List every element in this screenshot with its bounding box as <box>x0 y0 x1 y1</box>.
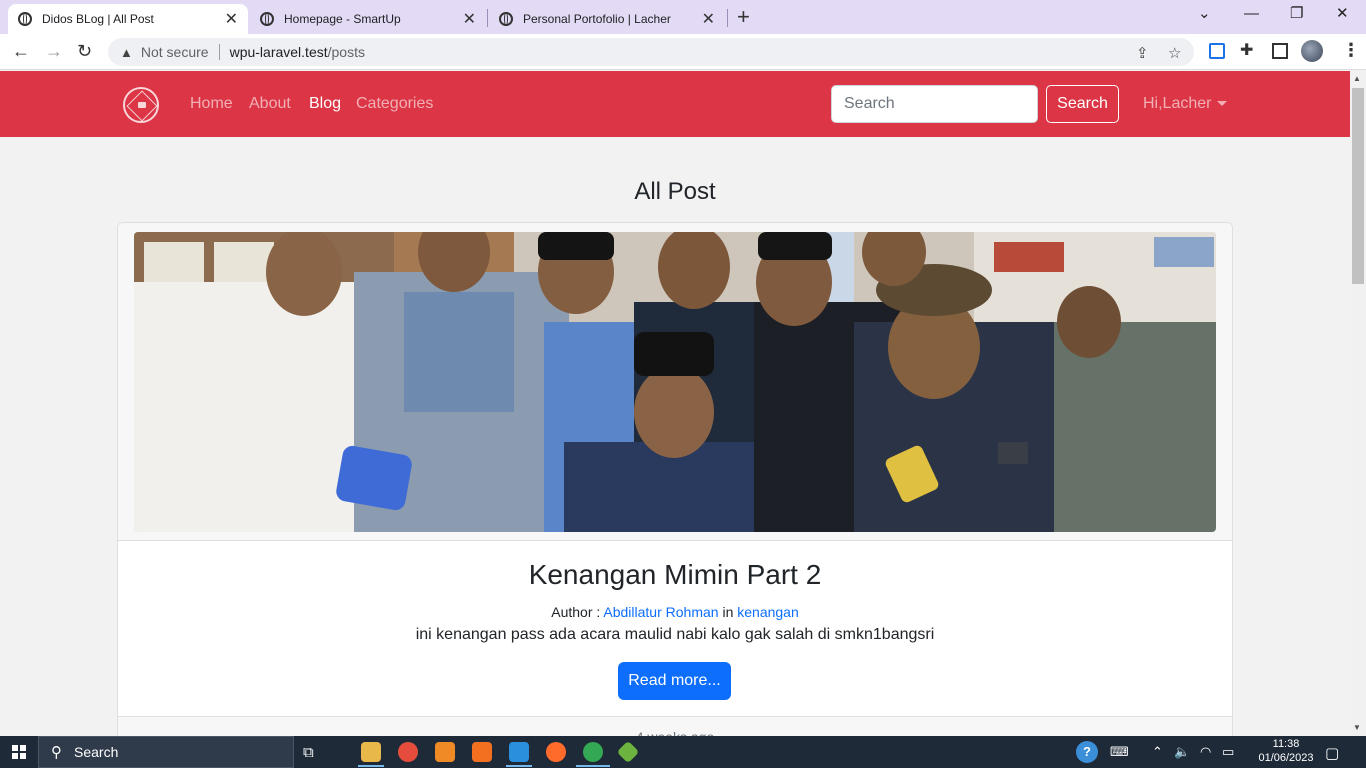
search-input[interactable]: Search <box>831 85 1038 123</box>
scrollbar-thumb[interactable] <box>1352 88 1364 284</box>
running-indicator <box>506 765 532 767</box>
url-host[interactable]: wpu-laravel.test <box>230 44 328 60</box>
post-title[interactable]: Kenangan Mimin Part 2 <box>118 559 1232 591</box>
user-greeting: Hi,Lacher <box>1143 95 1212 112</box>
volume-icon[interactable]: 🔈 <box>1174 744 1190 760</box>
tab-title: Personal Portofolio | Lacher <box>523 12 671 26</box>
search-button[interactable]: Search <box>1046 85 1119 123</box>
system-clock[interactable]: 11:38 01/06/2023 <box>1258 737 1314 765</box>
firefox-icon[interactable] <box>546 742 566 762</box>
puzzle-icon[interactable]: ✚ <box>1240 40 1253 62</box>
share-icon[interactable]: ⇪ <box>1136 44 1149 62</box>
tab-smartup[interactable]: Homepage - SmartUp ✕ <box>250 4 486 34</box>
page-title: All Post <box>634 178 716 205</box>
post-image <box>134 232 1216 532</box>
running-indicator <box>358 765 384 767</box>
nav-categories[interactable]: Categories <box>356 95 433 113</box>
restore-button[interactable]: ❐ <box>1290 4 1303 24</box>
close-tab-icon[interactable]: ✕ <box>702 9 715 29</box>
browser-toolbar: ← → ↻ ▲ Not secure wpu-laravel.test/post… <box>0 34 1366 70</box>
minimize-button[interactable]: — <box>1244 4 1259 24</box>
tab-title: Homepage - SmartUp <box>284 12 401 26</box>
security-label[interactable]: Not secure <box>141 44 209 60</box>
wifi-icon[interactable]: ◠ <box>1200 744 1211 760</box>
tab-didos-blog[interactable]: Didos BLog | All Post ✕ <box>8 4 248 34</box>
post-card: Kenangan Mimin Part 2 Author : Abdillatu… <box>117 222 1233 752</box>
author-prefix: Author : <box>551 604 604 620</box>
tab-title: Didos BLog | All Post <box>42 12 154 26</box>
git-icon[interactable] <box>616 740 640 764</box>
group-photo <box>134 232 1216 532</box>
in-label: in <box>718 604 738 620</box>
sublime-text-icon[interactable] <box>435 742 455 762</box>
side-panel-icon[interactable] <box>1272 43 1288 59</box>
search-icon: ⚲ <box>51 744 62 761</box>
close-window-button[interactable]: ✕ <box>1336 4 1349 24</box>
tab-search-icon[interactable]: ⌄ <box>1198 4 1211 24</box>
battery-icon[interactable]: ▭ <box>1222 744 1234 760</box>
taskbar-search[interactable]: ⚲ Search <box>38 736 294 768</box>
notifications-icon[interactable]: ▢ <box>1325 744 1339 762</box>
windows-start-icon[interactable] <box>12 745 26 759</box>
browser-tab-strip: Didos BLog | All Post ✕ Homepage - Smart… <box>0 0 1366 34</box>
globe-icon <box>499 12 513 26</box>
nav-about[interactable]: About <box>249 95 291 113</box>
chrome-active-icon[interactable] <box>583 742 603 762</box>
file-explorer-icon[interactable] <box>361 742 381 762</box>
tab-separator <box>487 9 488 27</box>
read-more-button[interactable]: Read more... <box>618 662 731 700</box>
nav-blog[interactable]: Blog <box>309 95 341 113</box>
vscode-icon[interactable] <box>509 742 529 762</box>
windows-taskbar: ⚲ Search ⧉ ? ⌨ ⌃ 🔈 ◠ ▭ 11:38 01/06/2023 … <box>0 736 1366 768</box>
caret-down-icon <box>1217 101 1228 107</box>
taskbar-search-label: Search <box>74 744 119 760</box>
category-link[interactable]: kenangan <box>737 604 799 620</box>
running-indicator <box>576 765 610 767</box>
brand-logo[interactable] <box>123 87 159 123</box>
scroll-down-arrow-icon[interactable]: ▼ <box>1353 723 1361 732</box>
globe-icon <box>18 12 32 26</box>
chrome-icon[interactable] <box>398 742 418 762</box>
address-bar[interactable]: ▲ Not secure wpu-laravel.test/posts ⇪ ☆ <box>108 38 1194 66</box>
keyboard-icon[interactable]: ⌨ <box>1110 744 1129 760</box>
clock-date: 01/06/2023 <box>1258 752 1314 764</box>
site-navbar: Home About Blog Categories Search Search… <box>0 71 1350 137</box>
bookmark-star-icon[interactable]: ☆ <box>1168 44 1181 62</box>
url-path[interactable]: /posts <box>328 44 365 60</box>
warning-icon[interactable]: ▲ <box>120 45 133 60</box>
card-header <box>118 223 1232 541</box>
close-tab-icon[interactable]: ✕ <box>463 9 476 29</box>
xampp-icon[interactable] <box>472 742 492 762</box>
reload-icon[interactable]: ↻ <box>77 40 92 62</box>
nav-home[interactable]: Home <box>190 95 233 113</box>
tray-chevron-icon[interactable]: ⌃ <box>1152 744 1163 760</box>
forward-icon[interactable]: → <box>45 40 63 62</box>
user-dropdown[interactable]: Hi,Lacher <box>1143 95 1228 113</box>
scroll-up-arrow-icon[interactable]: ▲ <box>1353 74 1361 83</box>
post-meta: Author : Abdillatur Rohman in kenangan <box>118 604 1232 620</box>
help-icon[interactable]: ? <box>1076 741 1098 763</box>
new-tab-button[interactable]: + <box>737 4 750 30</box>
task-view-icon[interactable]: ⧉ <box>303 744 314 761</box>
back-icon[interactable]: ← <box>12 40 30 62</box>
close-tab-icon[interactable]: ✕ <box>225 9 238 29</box>
omnibox-divider <box>218 44 220 60</box>
clock-time: 11:38 <box>1272 738 1300 750</box>
globe-icon <box>260 12 274 26</box>
kebab-menu-icon[interactable]: ⋮ <box>1342 40 1360 60</box>
tab-portfolio[interactable]: Personal Portofolio | Lacher ✕ <box>489 4 725 34</box>
author-link[interactable]: Abdillatur Rohman <box>603 604 718 620</box>
extension-icon[interactable] <box>1209 43 1225 59</box>
post-excerpt: ini kenangan pass ada acara maulid nabi … <box>415 626 935 643</box>
tab-separator <box>727 9 728 27</box>
profile-avatar[interactable] <box>1301 40 1323 62</box>
